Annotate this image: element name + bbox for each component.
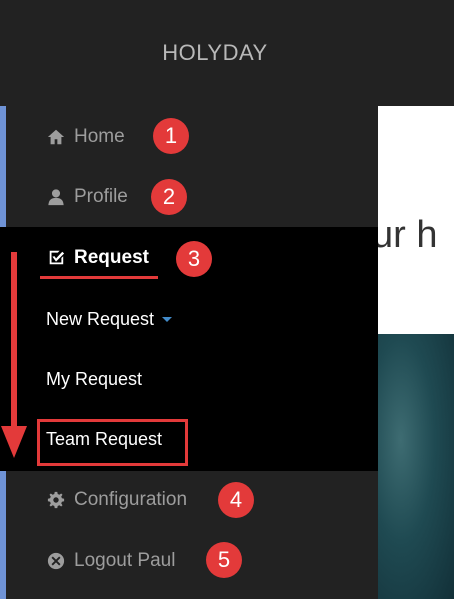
checkbox-icon [46,248,66,268]
sidebar-item-label: Home [74,126,125,147]
sidebar-item-profile[interactable]: Profile [6,166,378,228]
submenu-my-request[interactable]: My Request [6,349,378,409]
top-navbar: HOLYDAY [0,0,454,106]
home-icon [46,127,66,147]
brand-title[interactable]: HOLYDAY [0,0,430,106]
sidebar-item-configuration[interactable]: Configuration [6,469,378,531]
gear-icon [46,490,66,510]
close-circle-icon [46,551,66,571]
annotation-badge-1: 1 [153,118,189,154]
submenu-item-label: New Request [46,308,155,329]
caret-down-icon [162,316,173,322]
submenu-item-label: Team Request [46,428,163,449]
submenu-item-label: My Request [46,368,143,389]
annotation-badge-5: 5 [206,542,242,578]
submenu-team-request[interactable]: Team Request [6,409,378,469]
sidebar-item-label: Configuration [74,489,188,510]
hero-image [378,334,454,599]
sidebar-item-label: Profile [74,186,128,207]
sidebar-item-label: Logout Paul [74,550,176,571]
submenu-new-request[interactable]: New Request [6,289,378,349]
sidebar-item-label: Request [74,247,149,268]
sidebar-item-home[interactable]: Home [6,106,378,168]
sidebar: Home Profile Request New Request My Requ… [0,106,378,599]
main-content: ur h [378,106,454,599]
request-underline-annotation [40,276,158,279]
sidebar-item-logout[interactable]: Logout Paul [6,530,378,592]
annotation-badge-3: 3 [176,241,212,277]
page-heading: ur h [378,214,438,256]
annotation-badge-2: 2 [151,179,187,215]
annotation-badge-4: 4 [218,482,254,518]
user-icon [46,187,66,207]
